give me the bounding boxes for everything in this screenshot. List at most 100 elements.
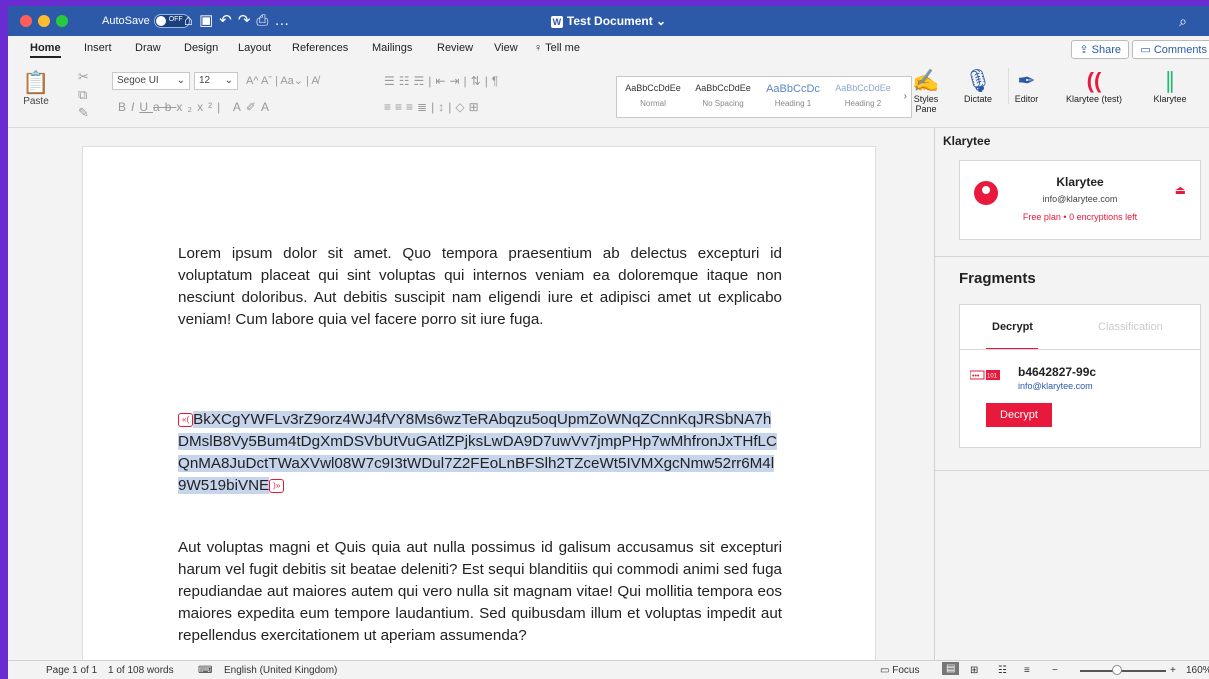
microphone-icon: 🎙 <box>964 68 992 93</box>
align-center-icon[interactable]: ≡ <box>395 100 406 114</box>
tab-home[interactable]: Home <box>30 42 61 58</box>
font-color-icon[interactable]: A <box>261 100 274 114</box>
style-heading-1[interactable]: AaBbCcDc Heading 1 <box>759 83 827 108</box>
styles-pane-button[interactable]: ✍ Styles Pane <box>910 68 942 114</box>
pane-divider <box>935 256 1209 257</box>
klarytee-button[interactable]: ∥ Klarytee <box>1142 68 1198 104</box>
fragment-start-tag: «( <box>178 412 194 427</box>
bullets-icon[interactable]: ☰ <box>384 74 399 88</box>
copy-icon[interactable]: ⧉ <box>78 86 89 104</box>
tab-layout[interactable]: Layout <box>238 42 271 54</box>
tab-insert[interactable]: Insert <box>84 42 112 54</box>
zoom-level[interactable]: 160% <box>1186 665 1209 676</box>
fragment-end-tag: )» <box>269 478 285 493</box>
encrypted-fragment[interactable]: «(BkXCgYWFLv3rZ9orz4WJ4fVY8Ms6wzTeRAbqzu… <box>178 409 782 497</box>
style-normal[interactable]: AaBbCcDdEe Normal <box>619 83 687 108</box>
superscript-icon[interactable]: x² <box>197 100 217 114</box>
font-name-dropdown[interactable]: Segoe UI ⌄ <box>112 72 190 90</box>
tab-view[interactable]: View <box>494 42 518 54</box>
tab-review[interactable]: Review <box>437 42 473 54</box>
tab-mailings[interactable]: Mailings <box>372 42 412 54</box>
proofing-icon[interactable]: ⌨ <box>198 665 212 676</box>
paste-button[interactable]: 📋 Paste <box>16 70 56 107</box>
clear-format-icon[interactable]: A̸ <box>311 75 318 87</box>
editor-pen-icon: ✒ <box>1017 68 1036 93</box>
numbering-icon[interactable]: ☷ <box>399 74 414 88</box>
document-page[interactable]: Lorem ipsum dolor sit amet. Quo tempora … <box>82 146 876 679</box>
zoom-slider-track[interactable] <box>1080 670 1166 672</box>
style-no-spacing[interactable]: AaBbCcDdEe No Spacing <box>689 83 757 108</box>
logout-icon[interactable]: ⏏ <box>1175 183 1186 197</box>
decrypt-button[interactable]: Decrypt <box>986 403 1052 427</box>
clipboard-tools: ✂ ⧉ ✎ <box>78 68 89 122</box>
cut-icon[interactable]: ✂ <box>78 68 89 86</box>
zoom-slider-handle[interactable] <box>1112 665 1122 675</box>
zoom-in-icon[interactable]: + <box>1170 665 1176 676</box>
language-indicator[interactable]: English (United Kingdom) <box>224 665 337 676</box>
shading-icon[interactable]: ◇ <box>455 100 468 114</box>
comments-button[interactable]: ▭ Comments <box>1132 40 1209 59</box>
print-layout-view-icon[interactable]: ▤ <box>942 662 960 675</box>
encrypted-text[interactable]: BkXCgYWFLv3rZ9orz4WJ4fVY8Ms6wzTeRAbqzu5o… <box>178 411 777 494</box>
pane-title: Klarytee <box>943 134 991 148</box>
decrease-indent-icon[interactable]: ⇤ <box>435 74 449 88</box>
tab-references[interactable]: References <box>292 42 348 54</box>
outline-view-icon[interactable]: ☷ <box>998 665 1007 676</box>
paragraph-1[interactable]: Lorem ipsum dolor sit amet. Quo tempora … <box>178 243 782 331</box>
tab-classification[interactable]: Classification <box>1098 321 1163 333</box>
share-button[interactable]: ⇪ Share <box>1071 40 1129 59</box>
svg-text:101: 101 <box>987 374 998 380</box>
klarytee-test-button[interactable]: (( Klarytee (test) <box>1056 68 1132 104</box>
highlight-icon[interactable]: ✐ <box>246 100 261 114</box>
underline-icon[interactable]: U <box>139 100 153 114</box>
status-bar: Page 1 of 1 1 of 108 words ⌨ English (Un… <box>8 660 1209 679</box>
format-painter-icon[interactable]: ✎ <box>78 104 89 122</box>
text-effects-icon[interactable]: A <box>233 100 246 114</box>
klarytee-test-logo-icon: (( <box>1086 68 1102 93</box>
pane-bottom-divider <box>935 470 1209 471</box>
align-left-icon[interactable]: ≡ <box>384 100 395 114</box>
strikethrough-icon[interactable]: ab <box>153 100 176 114</box>
fragments-panel: Decrypt Classification ••• 101 b4642827-9… <box>959 304 1201 448</box>
draft-view-icon[interactable]: ≡ <box>1024 665 1030 676</box>
document-canvas: Lorem ipsum dolor sit amet. Quo tempora … <box>8 128 934 679</box>
shrink-font-icon[interactable]: Aˇ <box>261 75 272 87</box>
increase-indent-icon[interactable]: ⇥ <box>449 74 463 88</box>
pilcrow-icon[interactable]: ¶ <box>492 74 502 88</box>
fragment-id: b4642827-99c <box>1018 365 1097 379</box>
line-spacing-icon[interactable]: ↕ <box>438 100 448 114</box>
font-size-dropdown[interactable]: 12 ⌄ <box>194 72 238 90</box>
style-heading-2[interactable]: AaBbCcDdEe Heading 2 <box>829 83 897 108</box>
klarytee-logo-icon: ∥ <box>1164 68 1176 93</box>
plan-status: Free plan • 0 encryptions left <box>1022 212 1138 222</box>
page-count[interactable]: Page 1 of 1 <box>46 665 97 676</box>
tab-decrypt[interactable]: Decrypt <box>992 321 1033 333</box>
borders-icon[interactable]: ⊞ <box>469 100 483 114</box>
focus-icon: ▭ <box>880 665 890 676</box>
account-card: Klarytee info@klarytee.com Free plan • 0… <box>959 160 1201 240</box>
search-icon[interactable]: ⌕ <box>1179 13 1187 30</box>
dictate-button[interactable]: 🎙 Dictate <box>958 68 998 104</box>
paragraph-controls-top: ☰☷☴|⇤⇥|⇅|¶ <box>384 74 503 88</box>
multilevel-icon[interactable]: ☴ <box>414 74 429 88</box>
word-count[interactable]: 1 of 108 words <box>108 665 174 676</box>
focus-button[interactable]: ▭ Focus <box>880 665 919 676</box>
zoom-out-icon[interactable]: − <box>1052 665 1058 676</box>
change-case-icon[interactable]: Aa⌄ <box>280 75 303 87</box>
subscript-icon[interactable]: x₂ <box>176 100 197 114</box>
styles-more-icon[interactable]: › <box>904 91 907 102</box>
tab-design[interactable]: Design <box>184 42 218 54</box>
justify-icon[interactable]: ≣ <box>417 100 431 114</box>
tab-draw[interactable]: Draw <box>135 42 161 54</box>
bold-icon[interactable]: B <box>118 100 131 114</box>
styles-pane-icon: ✍ <box>912 68 940 93</box>
tell-me-search[interactable]: ♀ Tell me <box>534 42 580 54</box>
web-layout-view-icon[interactable]: ⊞ <box>970 665 978 676</box>
paragraph-2[interactable]: Aut voluptas magni et Quis quia aut null… <box>178 537 782 647</box>
grow-font-icon[interactable]: A^ <box>246 75 259 87</box>
account-name: Klarytee <box>1056 175 1104 189</box>
editor-button[interactable]: ✒ Editor <box>1008 68 1044 104</box>
paragraph-controls-bottom: ≡≡≡≣|↕|◇⊞ <box>384 100 483 114</box>
align-right-icon[interactable]: ≡ <box>406 100 417 114</box>
sort-icon[interactable]: ⇅ <box>471 74 485 88</box>
